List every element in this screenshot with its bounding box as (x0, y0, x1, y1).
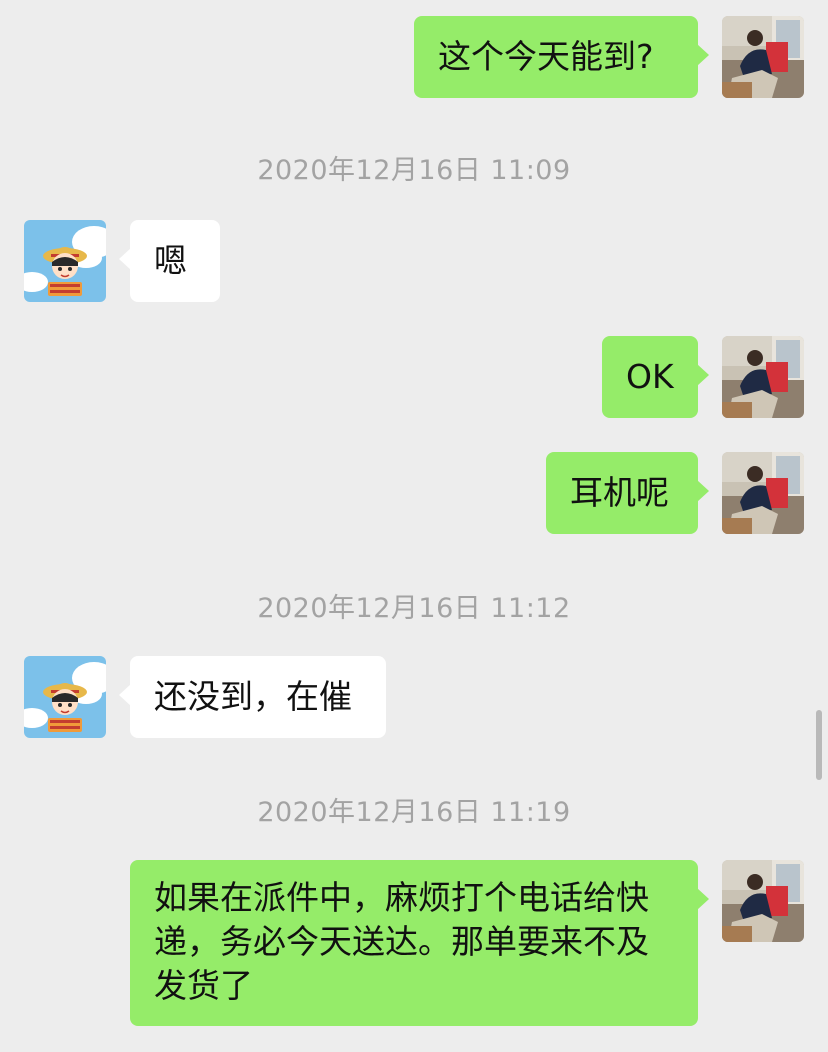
message-text: OK (626, 357, 674, 396)
sent-message-bubble[interactable]: 如果在派件中，麻烦打个电话给快递，务必今天送达。那单要来不及发货了 (130, 860, 709, 1026)
chat-window: 这个今天能到? 2020年12月16日 11:09 嗯 OK 耳机呢 2020年… (0, 0, 828, 1052)
message-text: 如果在派件中，麻烦打个电话给快递，务必今天送达。那单要来不及发货了 (154, 878, 649, 1005)
received-message-bubble[interactable]: 嗯 (119, 220, 220, 302)
photo-avatar[interactable] (722, 16, 804, 98)
message-text: 还没到，在催 (154, 677, 352, 716)
photo-avatar[interactable] (722, 336, 804, 418)
scrollbar[interactable] (816, 710, 822, 780)
message-text: 嗯 (154, 241, 187, 280)
photo-avatar[interactable] (722, 452, 804, 534)
sent-message-bubble[interactable]: OK (602, 336, 709, 418)
sent-message-bubble[interactable]: 这个今天能到? (414, 16, 709, 98)
message-text: 这个今天能到? (438, 37, 654, 76)
sent-message-bubble[interactable]: 耳机呢 (546, 452, 709, 534)
cartoon-girl-avatar[interactable] (24, 656, 106, 738)
message-text: 耳机呢 (570, 473, 669, 512)
received-message-bubble[interactable]: 还没到，在催 (119, 656, 386, 738)
cartoon-girl-avatar[interactable] (24, 220, 106, 302)
timestamp: 2020年12月16日 11:19 (257, 797, 571, 828)
photo-avatar[interactable] (722, 860, 804, 942)
timestamp: 2020年12月16日 11:09 (257, 155, 571, 186)
timestamp: 2020年12月16日 11:12 (257, 593, 571, 624)
